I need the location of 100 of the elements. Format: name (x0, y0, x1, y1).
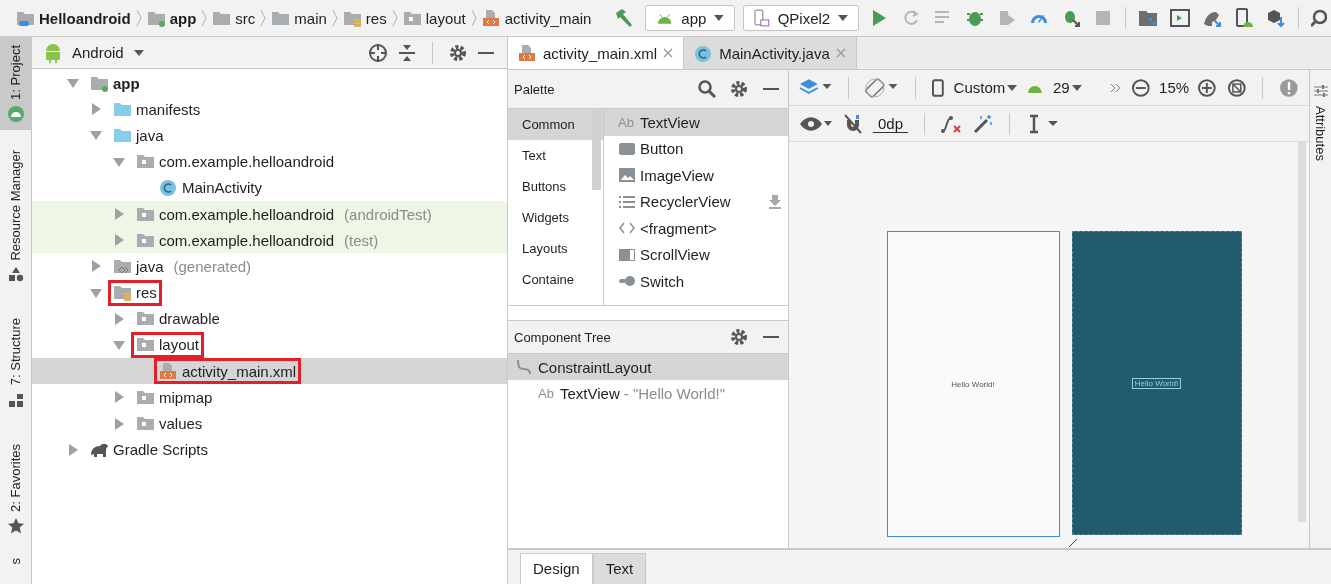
breadcrumb-item[interactable]: res (365, 9, 387, 27)
search-icon[interactable] (1311, 8, 1327, 28)
api-level-dropdown[interactable]: 29 (1052, 79, 1082, 96)
clear-constraints-icon[interactable] (941, 113, 964, 134)
editor-mode-tab[interactable]: Text (592, 553, 647, 584)
collapsed-arrow-icon[interactable] (113, 234, 125, 247)
sdk-manager-icon[interactable] (1266, 8, 1286, 28)
collapse-all-icon[interactable] (398, 43, 416, 62)
settings-icon[interactable] (449, 43, 467, 62)
zoom-to-fit-icon[interactable] (1226, 77, 1247, 98)
palette-category[interactable]: Buttons (508, 171, 603, 202)
tree-item[interactable]: drawable (32, 305, 507, 332)
palette-item[interactable]: Button (604, 135, 788, 162)
expanded-arrow-icon[interactable] (113, 155, 125, 168)
expanded-arrow-icon[interactable] (90, 129, 102, 142)
palette-item[interactable]: ImageView (604, 162, 788, 189)
tree-item[interactable]: app (32, 70, 507, 97)
tree-item[interactable]: com.example.helloandroid (androidTest) (32, 200, 507, 228)
blueprint-preview[interactable]: Hello World! (1071, 231, 1242, 535)
tree-item[interactable]: MainActivity (32, 174, 507, 201)
tree-item[interactable]: com.example.helloandroid (32, 148, 507, 175)
tool-window-tab[interactable]: 1: Project (0, 37, 31, 130)
palette-category[interactable]: Common (508, 109, 603, 140)
close-icon[interactable] (663, 48, 674, 58)
collapsed-arrow-icon[interactable] (113, 391, 125, 404)
breadcrumb-item[interactable]: src (235, 9, 256, 27)
breadcrumb-item[interactable]: Helloandroid (39, 9, 131, 27)
scroll-bar[interactable] (592, 110, 601, 190)
tool-window-tab[interactable]: s (0, 549, 31, 573)
palette-item[interactable]: Switch (604, 268, 788, 295)
tree-item[interactable]: activity_main.xml (32, 358, 507, 385)
default-margin-field[interactable]: 0dp (873, 114, 909, 133)
device-dropdown[interactable]: QPixel2 (743, 5, 859, 31)
breadcrumb-item[interactable]: app (169, 9, 197, 27)
tree-item[interactable]: values (32, 410, 507, 437)
collapsed-arrow-icon[interactable] (113, 312, 125, 325)
editor-mode-tab[interactable]: Design (520, 553, 593, 584)
crosshair-icon[interactable] (368, 42, 388, 63)
tool-window-tab[interactable]: 2: Favorites (0, 435, 31, 542)
avd-manager-icon[interactable] (1234, 8, 1254, 28)
scroll-bar[interactable] (1298, 142, 1306, 522)
tool-window-tab[interactable]: Resource Manager (0, 141, 31, 291)
tree-item[interactable]: res (32, 279, 507, 306)
collapsed-arrow-icon[interactable] (90, 260, 102, 273)
hammer-icon[interactable] (613, 7, 635, 29)
breadcrumb-item[interactable]: activity_main (504, 9, 592, 27)
tree-item[interactable]: Gradle Scripts (32, 436, 507, 463)
zoom-in-icon[interactable] (1197, 77, 1217, 98)
expanded-arrow-icon[interactable] (113, 338, 125, 351)
collapsed-arrow-icon[interactable] (67, 443, 79, 456)
zoom-out-icon[interactable] (1131, 77, 1152, 98)
palette-category[interactable]: Text (508, 140, 603, 171)
close-icon[interactable] (835, 48, 846, 58)
download-icon[interactable] (768, 194, 782, 209)
expanded-arrow-icon[interactable] (90, 286, 102, 299)
palette-item[interactable]: RecyclerView (604, 188, 788, 215)
tree-label: com.example.helloandroid (159, 153, 335, 171)
component-tree-item[interactable]: Ab TextView - "Hello World!" (508, 380, 788, 406)
editor-tab[interactable]: MainActivity.java (684, 37, 857, 69)
palette-category[interactable]: Containe (508, 264, 603, 295)
run-config-dropdown[interactable]: app (645, 5, 735, 31)
resize-handle-icon[interactable] (1069, 539, 1077, 547)
collapsed-arrow-icon[interactable] (113, 208, 125, 221)
tree-item[interactable]: manifests (32, 96, 507, 123)
tree-item[interactable]: java (generated) (32, 253, 507, 280)
design-preview[interactable]: Hello World! (886, 231, 1060, 537)
tree-label: manifests (136, 100, 201, 118)
terminal-window-icon[interactable] (1170, 8, 1190, 28)
view-selector[interactable]: Android (72, 44, 144, 61)
search-icon[interactable] (698, 80, 716, 98)
module-folder-icon (90, 74, 109, 92)
project-structure-icon[interactable] (1138, 8, 1158, 28)
tree-item[interactable]: com.example.helloandroid (test) (32, 227, 507, 254)
expanded-arrow-icon[interactable] (67, 77, 79, 90)
breadcrumb-item[interactable]: main (294, 9, 327, 27)
warning-icon[interactable] (1279, 77, 1299, 98)
palette-item[interactable]: ScrollView (604, 241, 788, 268)
collapsed-arrow-icon[interactable] (90, 103, 102, 116)
tool-window-tab[interactable]: Attributes (1313, 106, 1328, 161)
magnet-off-icon[interactable] (843, 113, 863, 134)
palette-item[interactable]: Ab TextView (604, 109, 788, 136)
device-dropdown[interactable]: Custom (953, 79, 1018, 96)
eye-icon[interactable] (799, 115, 833, 132)
component-tree-item[interactable]: ConstraintLayout (508, 354, 788, 380)
rotate-icon[interactable] (865, 76, 899, 99)
palette-category[interactable]: Layouts (508, 233, 603, 264)
breadcrumb-item[interactable]: layout (425, 9, 466, 27)
sliders-icon[interactable] (1313, 84, 1328, 98)
palette-item[interactable]: <fragment> (604, 215, 788, 242)
tree-item[interactable]: layout (32, 331, 507, 359)
settings-icon[interactable] (730, 328, 748, 346)
magic-wand-icon[interactable] (973, 113, 994, 134)
collapsed-arrow-icon[interactable] (113, 417, 125, 430)
palette-category[interactable]: Widgets (508, 202, 603, 233)
tree-item[interactable]: mipmap (32, 384, 507, 411)
more-icon[interactable] (1109, 82, 1122, 93)
settings-icon[interactable] (730, 80, 748, 98)
tree-item[interactable]: java (32, 122, 507, 149)
editor-tab[interactable]: activity_main.xml (508, 37, 685, 69)
tool-window-tab[interactable]: 7: Structure (0, 310, 31, 416)
